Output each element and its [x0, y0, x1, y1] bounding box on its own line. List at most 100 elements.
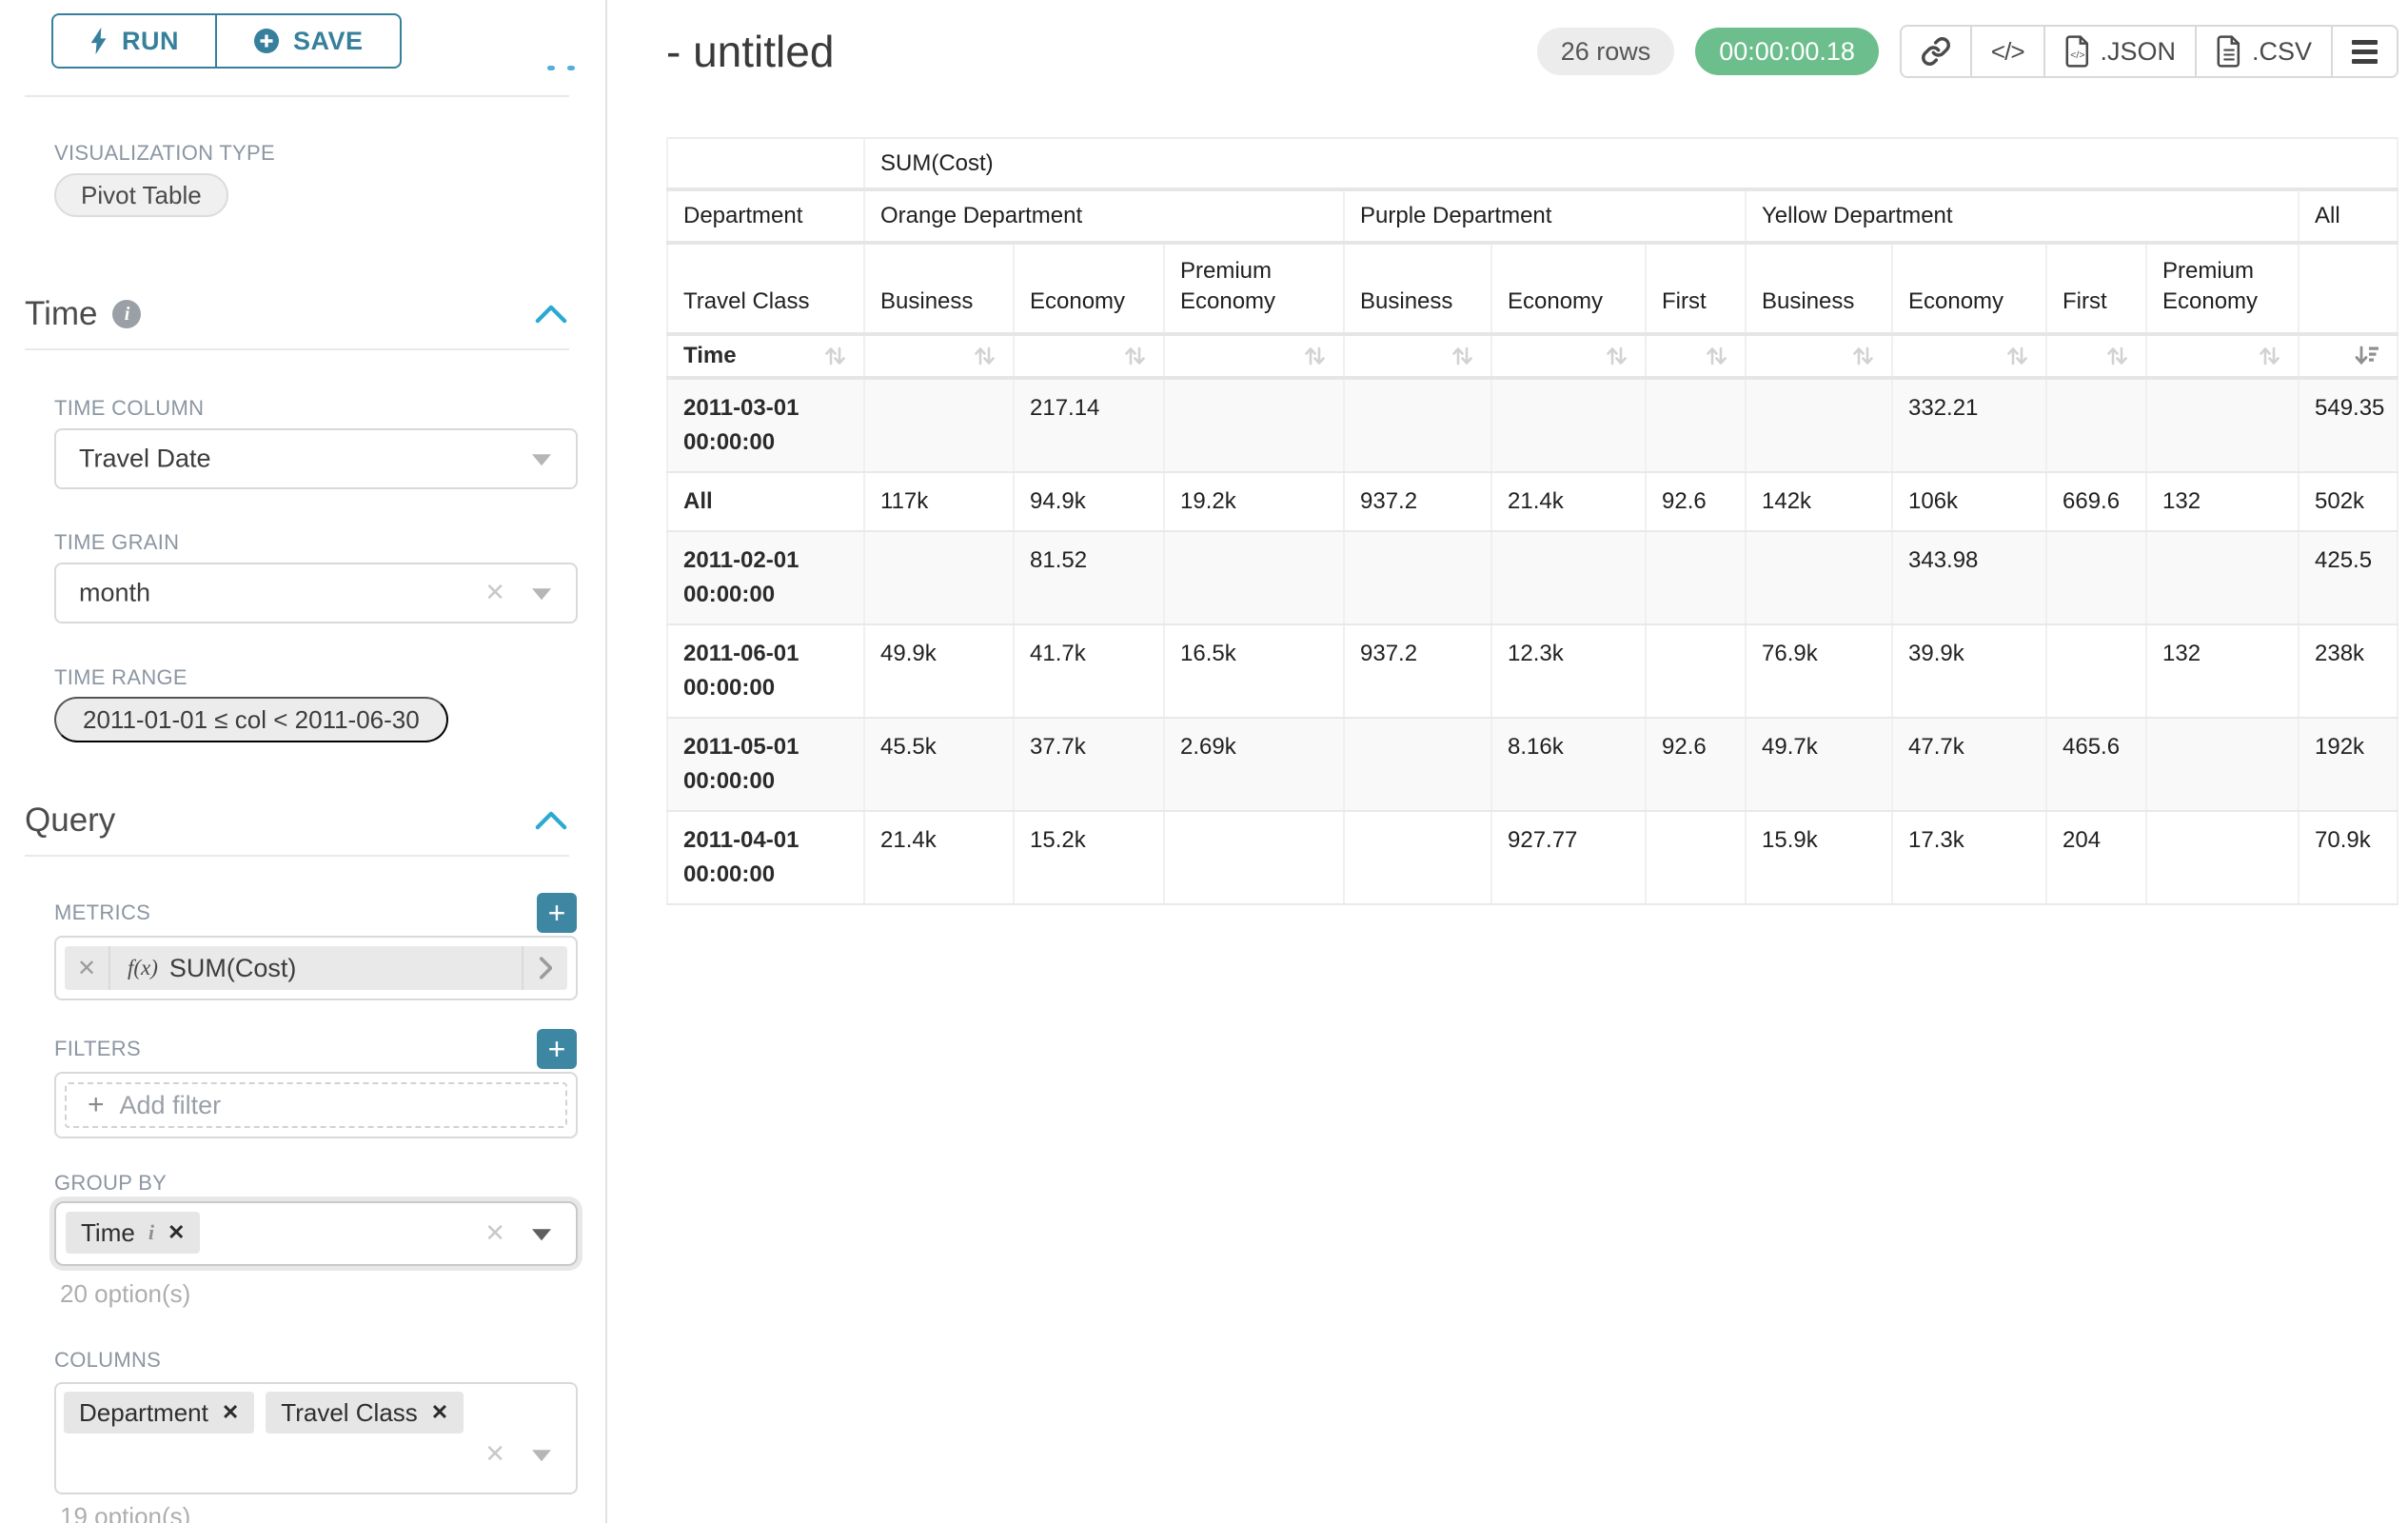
value-cell: 132 [2146, 472, 2299, 531]
value-cell: 12.3k [1491, 624, 1646, 718]
sort-icon [1849, 343, 1876, 369]
value-cell: 2.69k [1164, 718, 1344, 811]
value-cell: 70.9k [2299, 811, 2398, 904]
query-save-bar: RUN SAVE [0, 0, 605, 69]
sort-icon [2103, 343, 2130, 369]
value-cell: 92.6 [1646, 718, 1746, 811]
value-cell [1746, 531, 1892, 624]
chevron-right-icon[interactable] [522, 946, 567, 990]
sort-header-cell[interactable] [1491, 334, 1646, 378]
chevron-up-icon[interactable] [535, 810, 567, 831]
sort-header-cell[interactable] [1746, 334, 1892, 378]
chart-header: - untitled 26 rows 00:00:00.18 </> </> .… [666, 25, 2398, 78]
travel-class-header: First [1646, 243, 1746, 334]
value-cell [1344, 531, 1491, 624]
value-cell: 8.16k [1491, 718, 1646, 811]
sort-icon [2003, 343, 2030, 369]
value-cell: 21.4k [1491, 472, 1646, 531]
menu-button[interactable] [2331, 27, 2397, 76]
add-metric-button[interactable]: + [537, 893, 577, 933]
export-csv-label: .CSV [2252, 37, 2312, 67]
clear-icon[interactable]: ✕ [484, 578, 505, 607]
value-cell [1646, 378, 1746, 472]
sort-header-cell[interactable] [1014, 334, 1164, 378]
panel-resize-dots [547, 66, 575, 70]
clear-icon[interactable]: ✕ [484, 1439, 505, 1469]
sort-header-cell[interactable] [2046, 334, 2146, 378]
export-json-button[interactable]: </> .JSON [2043, 27, 2196, 76]
export-csv-button[interactable]: .CSV [2195, 27, 2331, 76]
chevron-up-icon[interactable] [535, 304, 567, 325]
value-cell [2146, 718, 2299, 811]
metric-header-cell: SUM(Cost) [864, 138, 2398, 189]
divider [25, 348, 569, 350]
run-button[interactable]: RUN [53, 15, 215, 67]
share-link-button[interactable] [1902, 27, 1970, 76]
visualization-type-value[interactable]: Pivot Table [54, 173, 228, 217]
sort-icon [821, 343, 848, 369]
clear-icon[interactable]: ✕ [484, 1218, 505, 1248]
metric-name: SUM(Cost) [169, 954, 522, 983]
value-cell [2146, 531, 2299, 624]
sort-header-cell[interactable]: Time [667, 334, 864, 378]
view-query-button[interactable]: </> [1970, 27, 2043, 76]
sort-header-cell[interactable] [2299, 334, 2398, 378]
sort-header-cell[interactable] [2146, 334, 2299, 378]
value-cell: 117k [864, 472, 1014, 531]
info-icon[interactable]: i [112, 300, 141, 328]
time-column-select[interactable]: Travel Date [54, 428, 578, 489]
file-code-icon: </> [2064, 35, 2091, 68]
remove-tag-icon[interactable]: ✕ [222, 1400, 239, 1425]
columns-select[interactable]: Department ✕ Travel Class ✕ ✕ [54, 1382, 578, 1494]
explore-view: Chart Type RUN SAVE VISUALIZATION TYPE P… [0, 0, 2408, 1523]
sort-header-cell[interactable] [864, 334, 1014, 378]
chevron-down-icon [532, 588, 551, 600]
time-range-value[interactable]: 2011-01-01 ≤ col < 2011-06-30 [54, 697, 448, 742]
value-cell [1164, 811, 1344, 904]
hamburger-icon [2352, 40, 2378, 64]
time-grain-select[interactable]: month ✕ [54, 563, 578, 623]
columns-options-hint: 19 option(s) [60, 1502, 190, 1523]
lightning-icon [89, 27, 109, 55]
chevron-down-icon [532, 1229, 551, 1240]
add-filter-plus-button[interactable]: + [537, 1029, 577, 1069]
chart-title[interactable]: - untitled [666, 26, 834, 77]
row-dimension-label: Time [683, 343, 737, 369]
run-button-label: RUN [122, 27, 179, 56]
add-filter-button[interactable]: + Add filter [65, 1082, 567, 1128]
value-cell [2146, 811, 2299, 904]
remove-tag-icon[interactable]: ✕ [168, 1220, 185, 1245]
time-range-label: TIME RANGE [54, 665, 188, 690]
value-cell [2046, 624, 2146, 718]
remove-metric-icon[interactable]: ✕ [65, 946, 110, 990]
metric-pill[interactable]: ✕ f(x) SUM(Cost) [65, 946, 567, 990]
value-cell: 937.2 [1344, 472, 1491, 531]
value-cell: 192k [2299, 718, 2398, 811]
save-button[interactable]: SAVE [215, 15, 400, 67]
group-by-select[interactable]: Time i ✕ ✕ [54, 1201, 578, 1266]
query-section-title: Query [25, 801, 115, 840]
sort-icon [1449, 343, 1475, 369]
value-cell: 343.98 [1892, 531, 2046, 624]
columns-label: COLUMNS [54, 1348, 161, 1373]
sort-header-cell[interactable] [1164, 334, 1344, 378]
value-cell: 204 [2046, 811, 2146, 904]
sort-header-cell[interactable] [1646, 334, 1746, 378]
export-json-label: .JSON [2101, 37, 2177, 67]
sort-header-cell[interactable] [1892, 334, 2046, 378]
value-cell: 15.9k [1746, 811, 1892, 904]
chart-area: - untitled 26 rows 00:00:00.18 </> </> .… [607, 0, 2408, 1523]
value-cell: 15.2k [1014, 811, 1164, 904]
department-group-header: All [2299, 189, 2398, 243]
divider [25, 855, 569, 857]
info-icon[interactable]: i [148, 1220, 154, 1245]
remove-tag-icon[interactable]: ✕ [431, 1400, 448, 1425]
add-filter-label: Add filter [120, 1091, 222, 1120]
value-cell: 39.9k [1892, 624, 2046, 718]
value-cell: 19.2k [1164, 472, 1344, 531]
sort-header-cell[interactable] [1344, 334, 1491, 378]
value-cell [2046, 378, 2146, 472]
code-icon: </> [1991, 37, 2024, 67]
value-cell [1491, 378, 1646, 472]
row-label-cell: 2011-04-01 00:00:00 [667, 811, 864, 904]
